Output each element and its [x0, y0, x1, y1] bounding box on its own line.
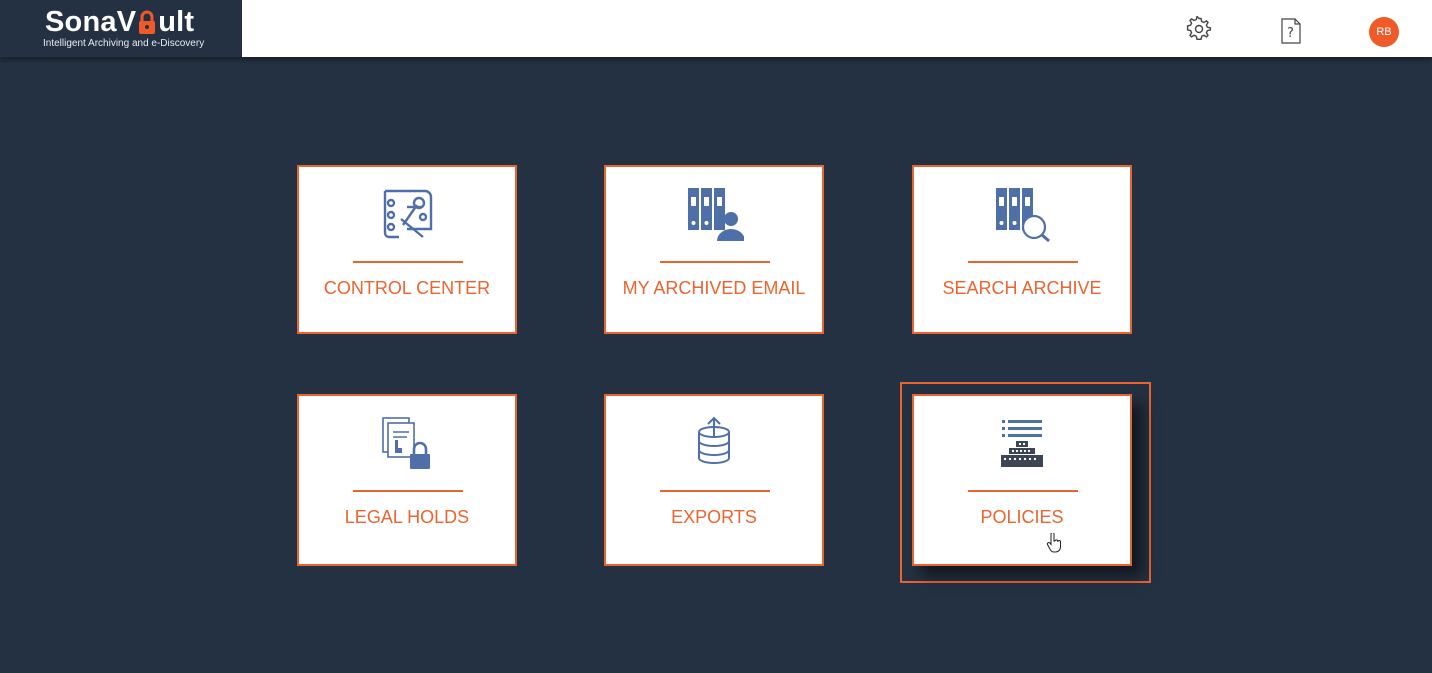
lock-icon	[137, 10, 157, 35]
tile-search-archive[interactable]: SEARCH ARCHIVE	[912, 165, 1132, 334]
policies-icon	[914, 414, 1130, 472]
tile-policies[interactable]: POLICIES	[912, 394, 1132, 566]
brand-logo[interactable]: SonaV ult Intelligent Archiving and e-Di…	[0, 0, 242, 57]
exports-icon	[606, 414, 822, 472]
tile-divider	[968, 490, 1078, 492]
tile-my-archived-email[interactable]: MY ARCHIVED EMAIL	[604, 165, 824, 334]
control-center-icon	[299, 185, 515, 243]
brand-name-part1: SonaV	[45, 5, 137, 38]
legal-holds-icon	[299, 414, 515, 472]
brand-tagline: Intelligent Archiving and e-Discovery	[43, 38, 205, 49]
tile-label: SEARCH ARCHIVE	[942, 278, 1102, 298]
avatar[interactable]: RB	[1369, 17, 1399, 47]
gear-icon[interactable]	[1185, 15, 1213, 43]
tile-label: CONTROL CENTER	[323, 278, 491, 298]
brand-name-part2: ult	[158, 5, 195, 38]
tile-legal-holds[interactable]: LEGAL HOLDS	[297, 394, 517, 566]
tile-divider	[660, 490, 770, 492]
tile-label: EXPORTS	[671, 507, 757, 527]
search-archive-icon	[914, 185, 1130, 243]
tile-divider	[353, 490, 463, 492]
tile-control-center[interactable]: CONTROL CENTER	[297, 165, 517, 334]
hand-cursor-icon	[1046, 532, 1062, 558]
brand-name: SonaV ult	[45, 4, 194, 40]
tile-label: POLICIES	[980, 507, 1064, 527]
archived-email-icon	[606, 185, 822, 243]
tile-divider	[968, 261, 1078, 263]
top-bar: SonaV ult Intelligent Archiving and e-Di…	[0, 0, 1432, 57]
tile-divider	[353, 261, 463, 263]
tile-label: MY ARCHIVED EMAIL	[622, 278, 806, 298]
tile-exports[interactable]: EXPORTS	[604, 394, 824, 566]
tile-divider	[660, 261, 770, 263]
tile-label: LEGAL HOLDS	[344, 507, 470, 527]
svg-text:?: ?	[1287, 26, 1294, 41]
help-document-icon[interactable]: ?	[1277, 17, 1305, 45]
